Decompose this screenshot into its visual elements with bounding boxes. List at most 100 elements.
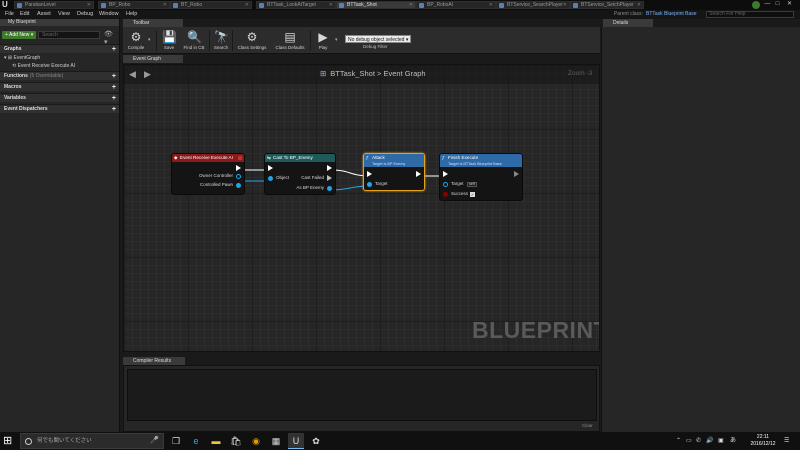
cortana-search-input[interactable]: 何でも聞いてください 🎤 bbox=[20, 433, 164, 449]
compile-options-chevron-icon[interactable]: ▾ bbox=[148, 37, 151, 43]
controlled-pawn-pin[interactable] bbox=[236, 183, 241, 188]
calculator-icon[interactable]: ▦ bbox=[268, 433, 284, 449]
edge-icon[interactable]: e bbox=[188, 433, 204, 449]
object-pin[interactable] bbox=[268, 176, 273, 181]
graphs-section[interactable]: Graphs + bbox=[0, 44, 119, 53]
menu-help[interactable]: Help bbox=[126, 11, 137, 18]
attack-node[interactable]: ƒ Attack Target is BP Enemy Target bbox=[363, 153, 425, 191]
file-explorer-icon[interactable]: ▬ bbox=[208, 433, 224, 449]
add-graph-icon[interactable]: + bbox=[112, 45, 116, 54]
menu-debug[interactable]: Debug bbox=[77, 11, 93, 18]
my-blueprint-tab[interactable]: My Blueprint bbox=[0, 19, 119, 26]
exec-out-pin[interactable] bbox=[236, 165, 241, 171]
close-window-button[interactable]: ✕ bbox=[786, 1, 793, 8]
search-button[interactable]: 🔭 Search bbox=[211, 27, 231, 54]
close-icon[interactable]: ✕ bbox=[489, 2, 493, 8]
doc-tab-bp-robo[interactable]: BP_Robo ✕ bbox=[98, 1, 170, 9]
task-view-icon[interactable]: ❐ bbox=[168, 433, 184, 449]
as-bp-enemy-pin[interactable] bbox=[327, 186, 332, 191]
debug-object-select[interactable]: No debug object selected ▾ bbox=[345, 35, 411, 43]
exec-in-pin[interactable] bbox=[268, 165, 273, 171]
play-button[interactable]: ▶ Play bbox=[313, 27, 333, 54]
doc-tab-bttask-lookattarget[interactable]: BTTask_LookAtTarget ✕ bbox=[256, 1, 336, 9]
add-macro-icon[interactable]: + bbox=[112, 83, 116, 92]
compiler-results-tab[interactable]: Compiler Results bbox=[123, 357, 185, 365]
parent-class-link[interactable]: BTTask Blueprint Base bbox=[646, 11, 697, 18]
close-icon[interactable]: ✕ bbox=[245, 2, 249, 8]
menu-file[interactable]: File bbox=[5, 11, 14, 18]
add-dispatcher-icon[interactable]: + bbox=[112, 105, 116, 114]
clock[interactable]: 22:11 2016/12/12 bbox=[746, 434, 780, 448]
doc-tab-btservice-searchplayer[interactable]: BTService_SearchPlayer ✕ bbox=[496, 1, 570, 9]
play-options-chevron-icon[interactable]: ▾ bbox=[335, 37, 338, 43]
add-new-button[interactable]: + Add New ▾ bbox=[2, 31, 36, 39]
view-options-icon[interactable]: 👁▾ bbox=[104, 31, 116, 46]
class-defaults-button[interactable]: ▤ Class Defaults bbox=[272, 27, 308, 54]
close-icon[interactable]: ✕ bbox=[409, 2, 413, 8]
event-receive-execute-ai-node[interactable]: ◆ Event Receive Execute AI Owner Controll… bbox=[171, 153, 245, 195]
owner-controller-pin[interactable] bbox=[236, 174, 241, 179]
store-icon[interactable]: 🛍 bbox=[228, 433, 244, 449]
notifications-icon[interactable]: ☰ bbox=[784, 435, 789, 447]
ime-icon[interactable]: あ bbox=[730, 435, 736, 447]
microphone-icon[interactable]: 🎤 bbox=[150, 434, 159, 448]
event-dispatchers-section[interactable]: Event Dispatchers + bbox=[0, 104, 119, 113]
event-graph-canvas[interactable]: ◀ ▶ ⊞ BTTask_Shot > Event Graph Zoom -3 ◆… bbox=[123, 64, 600, 352]
doc-tab-bt-robo[interactable]: BT_Robo ✕ bbox=[170, 1, 252, 9]
doc-tab-paratianlevel[interactable]: ParatianLevel ✕ bbox=[14, 1, 94, 9]
tree-item-event-receive-execute[interactable]: ⟲ Event Receive Execute AI bbox=[12, 62, 75, 70]
menu-window[interactable]: Window bbox=[99, 11, 119, 18]
delegate-pin-icon[interactable] bbox=[238, 156, 242, 160]
variables-section[interactable]: Variables + bbox=[0, 93, 119, 102]
network-icon[interactable]: ▭ bbox=[686, 435, 692, 447]
class-settings-button[interactable]: ⚙ Class Settings bbox=[234, 27, 270, 54]
exec-out-pin[interactable] bbox=[416, 171, 421, 177]
find-in-cb-button[interactable]: 🔍 Find in CB bbox=[180, 27, 208, 54]
doc-tab-btservice-setchplayer[interactable]: BTService_SetchPlayer ✕ bbox=[570, 1, 644, 9]
cast-to-bp-enemy-node[interactable]: ⇆ Cast To BP_Enemy Object Cast Failed As … bbox=[264, 153, 336, 195]
toolbar-tab[interactable]: Toolbar bbox=[123, 19, 183, 27]
close-icon[interactable]: ✕ bbox=[163, 2, 167, 8]
compile-button[interactable]: ⚙ Compile bbox=[125, 27, 147, 54]
blueprint-search-input[interactable]: Search bbox=[38, 31, 100, 39]
details-tab[interactable]: Details bbox=[603, 19, 653, 27]
success-checkbox[interactable]: ✓ bbox=[470, 192, 475, 197]
add-variable-icon[interactable]: + bbox=[112, 94, 116, 103]
wifi-icon[interactable]: ✆ bbox=[696, 435, 701, 447]
exec-in-pin[interactable] bbox=[367, 171, 372, 177]
menu-asset[interactable]: Asset bbox=[37, 11, 51, 18]
macros-section[interactable]: Macros + bbox=[0, 82, 119, 91]
help-search-input[interactable]: Search For Help bbox=[706, 11, 794, 18]
exec-in-pin[interactable] bbox=[443, 171, 448, 177]
tray-app-icon[interactable]: ▣ bbox=[718, 435, 724, 447]
functions-section[interactable]: Functions (5 Overridable) + bbox=[0, 71, 119, 80]
app-icon[interactable]: ✿ bbox=[308, 433, 324, 449]
exec-out-pin[interactable] bbox=[514, 171, 519, 177]
event-graph-tab[interactable]: Event Graph bbox=[123, 55, 183, 63]
close-icon[interactable]: ✕ bbox=[563, 2, 567, 8]
clear-button[interactable]: Clear bbox=[582, 423, 593, 428]
exec-out-pin[interactable] bbox=[327, 165, 332, 171]
people-icon[interactable]: ⌃ bbox=[676, 435, 681, 447]
target-pin[interactable] bbox=[443, 182, 448, 187]
close-icon[interactable]: ✕ bbox=[329, 2, 333, 8]
menu-edit[interactable]: Edit bbox=[20, 11, 29, 18]
menu-view[interactable]: View bbox=[58, 11, 70, 18]
finish-execute-node[interactable]: ƒ Finish Execute Target is BTTask Bluepri… bbox=[439, 153, 523, 201]
doc-tab-bp-roboai[interactable]: BP_RoboAI ✕ bbox=[416, 1, 496, 9]
maximize-button[interactable]: □ bbox=[774, 1, 781, 8]
source-control-icon[interactable] bbox=[752, 1, 760, 9]
close-icon[interactable]: ✕ bbox=[637, 2, 641, 8]
tree-item-eventgraph[interactable]: ▾ ⊞ EventGraph bbox=[4, 54, 40, 62]
save-button[interactable]: 💾 Save bbox=[159, 27, 179, 54]
unreal-editor-icon[interactable]: U bbox=[288, 433, 304, 449]
chrome-icon[interactable]: ◉ bbox=[248, 433, 264, 449]
minimize-button[interactable]: — bbox=[764, 1, 771, 8]
doc-tab-bttask-shot[interactable]: BTTask_Shot ✕ bbox=[336, 1, 416, 9]
cast-failed-pin[interactable] bbox=[327, 175, 332, 181]
close-icon[interactable]: ✕ bbox=[87, 2, 91, 8]
add-function-icon[interactable]: + bbox=[112, 72, 116, 81]
target-pin[interactable] bbox=[367, 182, 372, 187]
windows-start-icon[interactable]: ⊞ bbox=[3, 435, 15, 447]
volume-icon[interactable]: 🔊 bbox=[706, 435, 713, 447]
